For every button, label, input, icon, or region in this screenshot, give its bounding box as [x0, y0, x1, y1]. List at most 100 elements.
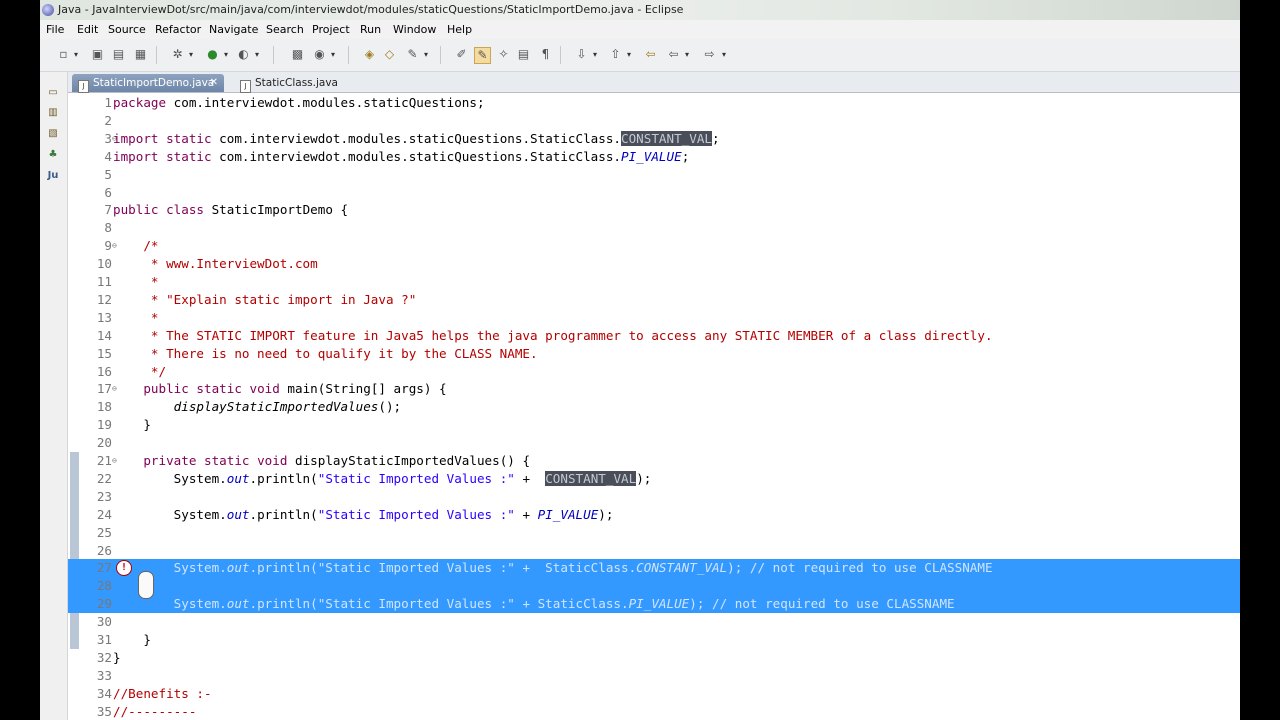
code-line[interactable]: 11 *: [68, 273, 1240, 291]
line-number: 5: [104, 166, 112, 182]
code-line[interactable]: 32}: [68, 649, 1240, 667]
back-dropdown-icon[interactable]: ▾: [683, 47, 691, 62]
menu-edit[interactable]: Edit: [77, 20, 98, 39]
code-line[interactable]: 8: [68, 219, 1240, 237]
code-line[interactable]: 9 ⊖ /*: [68, 237, 1240, 255]
show-pilcrow-icon[interactable]: ¶: [538, 47, 553, 62]
line-number: 13: [96, 309, 112, 325]
code-line[interactable]: 15 * There is no need to qualify it by t…: [68, 345, 1240, 363]
editor-tab-bar: J StaticImportDemo.java ✕ J StaticClass.ja…: [68, 72, 1240, 93]
menu-refactor[interactable]: Refactor: [155, 20, 201, 39]
code-token: .println("Static Imported Values :" + St…: [249, 560, 637, 576]
new-icon[interactable]: ▫: [56, 47, 71, 62]
next-annotation-dropdown-icon[interactable]: ▾: [591, 47, 599, 62]
search-dropdown-icon[interactable]: ▾: [422, 47, 430, 62]
line-number: 6: [104, 184, 112, 200]
hierarchy-icon[interactable]: ♣: [46, 148, 60, 162]
save-all-icon[interactable]: ▤: [111, 47, 126, 62]
code-line[interactable]: 16 */: [68, 363, 1240, 381]
debug-dropdown-icon[interactable]: ▾: [187, 47, 195, 62]
tab-static-import-demo[interactable]: J StaticImportDemo.java ✕: [72, 74, 224, 93]
menu-navigate[interactable]: Navigate: [209, 20, 258, 39]
code-line[interactable]: 2: [68, 112, 1240, 130]
code-line[interactable]: 34//Benefits :-: [68, 685, 1240, 703]
toggle-highlight-icon[interactable]: ✎: [474, 47, 491, 64]
code-line[interactable]: 35//---------: [68, 703, 1240, 720]
code-line[interactable]: 21 ⊖ private static void displayStaticImp…: [68, 452, 1240, 470]
code-token: +: [514, 506, 538, 522]
toolbar-separator: [560, 46, 561, 64]
code-line[interactable]: 12 * "Explain static import in Java ?": [68, 291, 1240, 309]
code-editor[interactable]: 1 package com.interviewdot.modules.static…: [68, 93, 1240, 720]
code-line[interactable]: 3 ⊖ import static com.interviewdot.modules…: [68, 130, 1240, 148]
block-selection-icon[interactable]: ✧: [496, 47, 511, 62]
code-line[interactable]: 22 System.out.println("Static Imported V…: [68, 470, 1240, 488]
code-line[interactable]: 23: [68, 488, 1240, 506]
line-number: 21: [96, 453, 112, 468]
navigator-icon[interactable]: ▧: [46, 127, 60, 141]
previous-annotation-icon[interactable]: ⇧: [608, 47, 623, 62]
previous-annotation-dropdown-icon[interactable]: ▾: [625, 47, 633, 62]
back-icon[interactable]: ⇦: [666, 47, 681, 62]
code-line[interactable]: 28: [68, 577, 1240, 596]
comment-token: //Benefits :-: [113, 685, 212, 701]
menu-file[interactable]: File: [46, 20, 64, 39]
code-line[interactable]: 29 System.out.println("Static Imported V…: [68, 595, 1240, 614]
forward-dropdown-icon[interactable]: ▾: [720, 47, 728, 62]
code-line[interactable]: 13 *: [68, 309, 1240, 327]
last-edit-location-icon[interactable]: ⇦: [643, 47, 658, 62]
code-line[interactable]: 4 import static com.interviewdot.modules.…: [68, 148, 1240, 166]
show-whitespace-icon[interactable]: ▤: [516, 47, 531, 62]
code-line[interactable]: 14 * The STATIC IMPORT feature in Java5 …: [68, 327, 1240, 345]
code-line[interactable]: 17 ⊖ public static void main(String[] arg…: [68, 380, 1240, 398]
code-line[interactable]: 7 public class StaticImportDemo {: [68, 201, 1240, 219]
menu-run[interactable]: Run: [360, 20, 381, 39]
keyword-token: import static: [113, 130, 212, 146]
menu-project[interactable]: Project: [312, 20, 350, 39]
debug-icon[interactable]: ✲: [170, 47, 185, 62]
new-class-dropdown-icon[interactable]: ▾: [329, 47, 337, 62]
menu-source[interactable]: Source: [108, 20, 146, 39]
code-line[interactable]: 31 }: [68, 631, 1240, 649]
menu-window[interactable]: Window: [393, 20, 436, 39]
code-line[interactable]: 27 System.out.println("Static Imported V…: [68, 559, 1240, 578]
code-line[interactable]: 1 package com.interviewdot.modules.static…: [68, 94, 1240, 112]
code-line[interactable]: 25: [68, 524, 1240, 542]
save-icon[interactable]: ▣: [90, 47, 105, 62]
line-number: 12: [96, 291, 112, 307]
code-line[interactable]: 10 * www.InterviewDot.com: [68, 255, 1240, 273]
print-icon[interactable]: ▦: [133, 47, 148, 62]
forward-icon[interactable]: ⇨: [702, 47, 717, 62]
external-tools-icon[interactable]: ◐: [236, 47, 251, 62]
code-line[interactable]: 20: [68, 434, 1240, 452]
tab-label: StaticClass.java: [255, 77, 338, 89]
junit-icon[interactable]: Ju: [46, 169, 60, 183]
code-line[interactable]: 33: [68, 667, 1240, 685]
tab-static-class[interactable]: J StaticClass.java: [234, 74, 364, 93]
new-java-project-icon[interactable]: ▩: [290, 47, 305, 62]
new-class-icon[interactable]: ◉: [312, 47, 327, 62]
code-line[interactable]: 18 displayStaticImportedValues();: [68, 398, 1240, 416]
next-annotation-icon[interactable]: ⇩: [574, 47, 589, 62]
toggle-mark-occurrences-icon[interactable]: ✐: [454, 47, 469, 62]
code-line[interactable]: 6: [68, 184, 1240, 202]
code-line[interactable]: 30: [68, 613, 1240, 631]
code-line[interactable]: 5: [68, 166, 1240, 184]
line-number: 17: [96, 381, 112, 397]
code-token: System.: [113, 470, 227, 486]
new-dropdown-icon[interactable]: ▾: [72, 47, 80, 62]
code-line[interactable]: 19 }: [68, 416, 1240, 434]
close-icon[interactable]: ✕: [210, 74, 218, 92]
menu-search[interactable]: Search: [266, 20, 304, 39]
open-type-icon[interactable]: ◈: [362, 47, 377, 62]
run-icon[interactable]: ●: [205, 47, 220, 62]
restore-icon[interactable]: ▭: [46, 86, 60, 100]
code-line[interactable]: 26: [68, 542, 1240, 560]
package-explorer-icon[interactable]: ▥: [46, 106, 60, 120]
open-task-icon[interactable]: ◇: [382, 47, 397, 62]
search-icon[interactable]: ✎: [405, 47, 420, 62]
external-tools-dropdown-icon[interactable]: ▾: [253, 47, 261, 62]
run-dropdown-icon[interactable]: ▾: [222, 47, 230, 62]
menu-help[interactable]: Help: [447, 20, 472, 39]
code-line[interactable]: 24 System.out.println("Static Imported V…: [68, 506, 1240, 524]
